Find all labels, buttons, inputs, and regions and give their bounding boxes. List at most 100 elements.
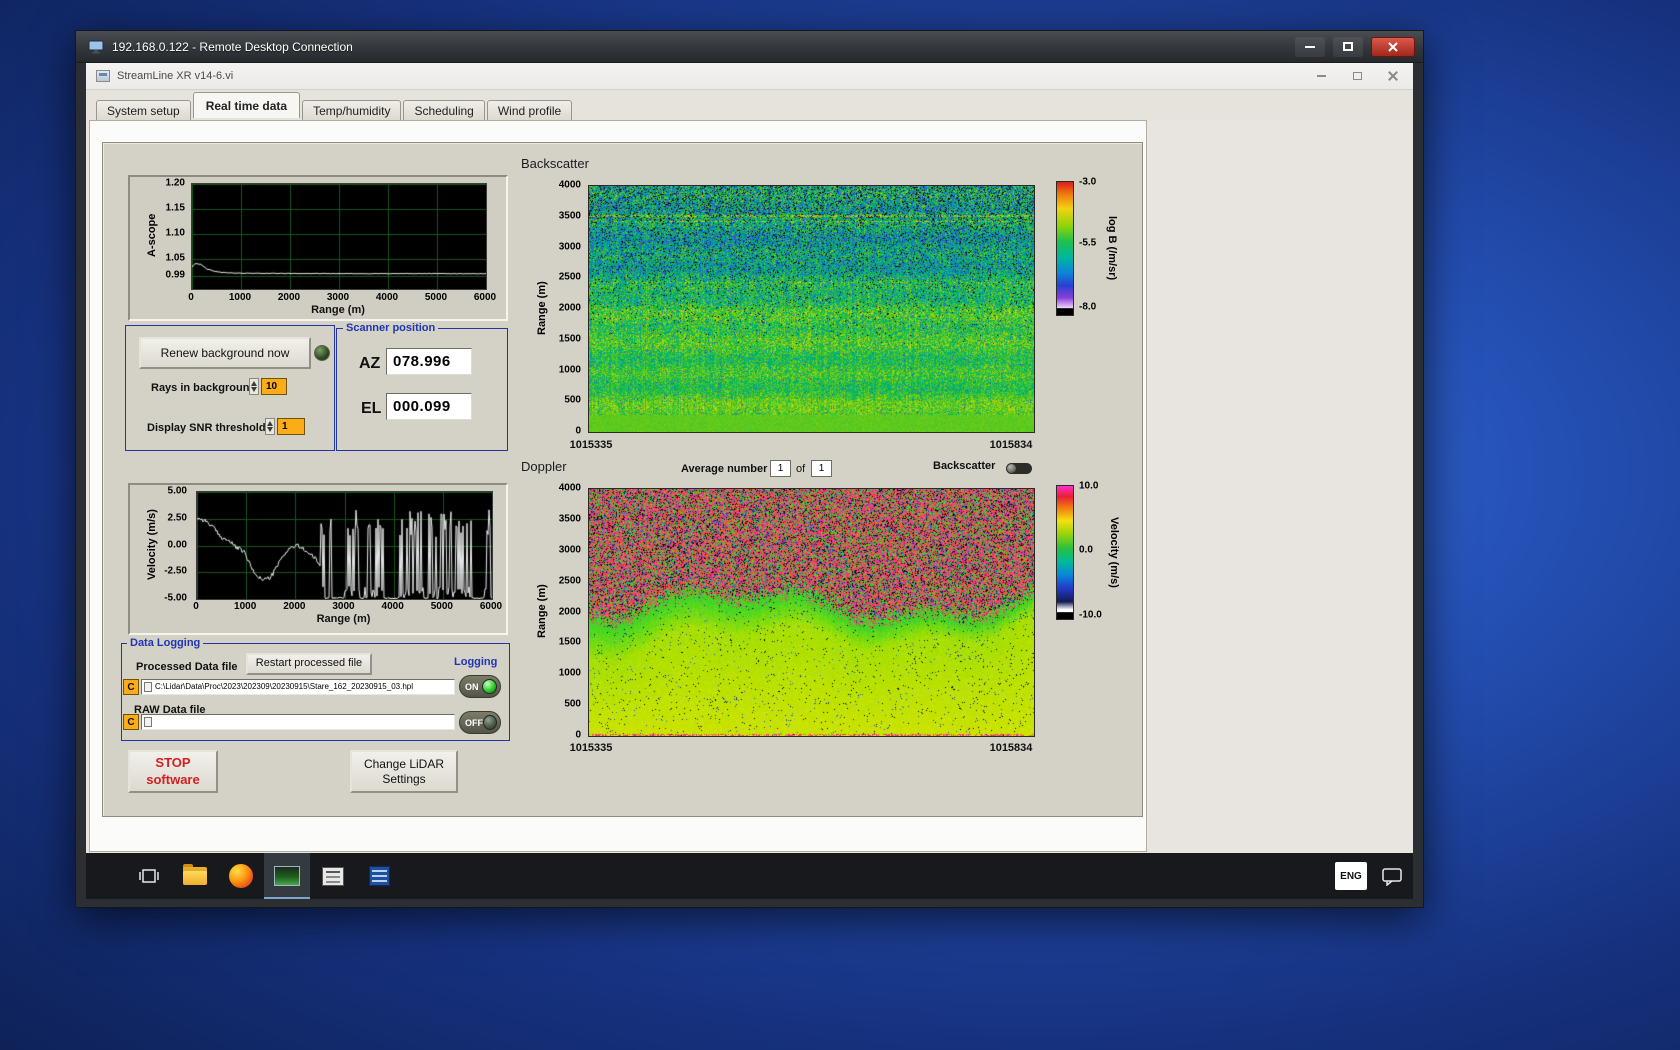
tick-label: 5000 [430, 601, 453, 612]
snr-spinner[interactable] [265, 418, 275, 435]
tick-label: 2000 [558, 302, 581, 314]
colorbar-end-marker [1056, 612, 1074, 620]
doppler-colorbar [1056, 485, 1074, 620]
task-view-icon [139, 869, 159, 883]
tick-label: 3500 [558, 513, 581, 525]
rdp-close-button[interactable] [1371, 36, 1415, 57]
tab-wind-profile[interactable]: Wind profile [486, 100, 573, 122]
tick-label: 1.20 [165, 177, 185, 189]
app-close-button[interactable] [1383, 68, 1403, 84]
restart-processed-file-button[interactable]: Restart processed file [246, 653, 372, 675]
renew-background-button[interactable]: Renew background now [139, 337, 311, 369]
app-maximize-button[interactable] [1347, 68, 1367, 84]
backscatter-y-ticks: 4000 3500 3000 2500 2000 1500 1000 500 0 [549, 180, 583, 437]
scan-scheduler-icon [322, 866, 344, 886]
maximize-icon [1343, 42, 1353, 51]
editor-app-button[interactable] [356, 853, 402, 899]
tab-temp-humidity[interactable]: Temp/humidity [302, 100, 402, 122]
tick-label: 1.10 [165, 227, 185, 239]
doppler-time-start: 1015335 [569, 742, 613, 754]
tab-system-setup[interactable]: System setup [96, 100, 191, 122]
chat-icon[interactable] [1381, 866, 1403, 886]
tick-label: 3000 [332, 601, 355, 612]
el-value: 000.099 [386, 393, 472, 420]
rays-spinner[interactable] [249, 378, 259, 395]
doppler-time-end: 1015834 [989, 742, 1033, 754]
tick-label: 1500 [558, 333, 581, 345]
rays-value-field[interactable]: 10 [261, 378, 287, 395]
rdp-window-title: 192.168.0.122 - Remote Desktop Connectio… [112, 39, 353, 54]
taskbar: ENG [86, 853, 1413, 899]
file-explorer-button[interactable] [172, 853, 218, 899]
tick-label: 4000 [375, 292, 399, 303]
rdp-minimize-button[interactable] [1295, 36, 1325, 57]
tab-real-time-data[interactable]: Real time data [192, 92, 301, 118]
tick-label: 500 [564, 394, 581, 406]
backscatter-section-title: Backscatter [521, 156, 589, 171]
velocity-y-ticks: 5.00 2.50 0.00 -2.50 -5.00 [153, 486, 189, 604]
raw-logging-toggle[interactable]: OFF [459, 711, 501, 734]
app-icon [96, 70, 110, 82]
backscatter-y-axis-label: Range (m) [536, 281, 548, 335]
slider-knob-icon [1007, 464, 1016, 473]
tick-label: 4000 [558, 179, 581, 191]
tick-label: 3500 [558, 210, 581, 222]
velocity-x-ticks: 0 1000 2000 3000 4000 5000 6000 [193, 601, 502, 613]
velocity-x-axis-label: Range (m) [316, 613, 371, 625]
rdp-titlebar[interactable]: 192.168.0.122 - Remote Desktop Connectio… [76, 31, 1423, 63]
tick-label: 5.00 [167, 485, 187, 497]
ascope-plot [191, 183, 487, 290]
tick-label: 1500 [558, 636, 581, 648]
app-minimize-button[interactable] [1311, 68, 1331, 84]
stop-software-button[interactable]: STOP software [128, 750, 218, 793]
scan-scheduler-button[interactable] [310, 853, 356, 899]
tick-label: 0 [193, 601, 199, 612]
close-icon [1388, 41, 1398, 52]
snr-value-field[interactable]: 1 [277, 418, 305, 435]
rdp-maximize-button[interactable] [1333, 36, 1363, 57]
tick-label: 2.50 [167, 512, 187, 524]
average-count-field: 1 [811, 460, 832, 477]
tick-label: 1.05 [165, 252, 185, 264]
average-number-field[interactable]: 1 [770, 460, 791, 477]
colorbar-end-marker [1056, 308, 1074, 316]
tick-label: 6000 [473, 292, 497, 303]
raw-path-field[interactable] [141, 714, 455, 730]
processed-data-file-label: Processed Data file [136, 661, 238, 673]
change-lidar-settings-button[interactable]: Change LiDAR Settings [350, 750, 458, 793]
raw-drive-selector[interactable]: C [123, 714, 139, 730]
rays-in-background-label: Rays in background [151, 382, 257, 394]
tab-strip: System setup Real time data Temp/humidity S… [86, 90, 1413, 122]
backscatter-colorbar [1056, 181, 1074, 316]
tab-scheduling[interactable]: Scheduling [403, 100, 485, 122]
tick-label: 2000 [558, 606, 581, 617]
close-icon [1388, 71, 1398, 81]
tick-label: 3000 [558, 241, 581, 252]
doppler-y-ticks: 4000 3500 3000 2500 2000 1500 1000 500 0 [549, 483, 583, 741]
app-thumbnail-icon [274, 866, 300, 886]
tick-label: 2000 [283, 601, 306, 612]
processed-drive-selector[interactable]: C [123, 679, 139, 695]
streamline-app-button[interactable] [264, 853, 310, 899]
backscatter-colorbar-label: log B (/m/sr) [1106, 216, 1118, 281]
processed-logging-toggle[interactable]: ON [459, 675, 501, 698]
data-logging-title: Data Logging [127, 637, 204, 649]
backscatter-display-toggle[interactable] [1006, 463, 1032, 474]
minimize-icon [1305, 45, 1315, 48]
task-view-button[interactable] [126, 853, 172, 899]
firefox-icon [229, 864, 253, 888]
tick-label: 1000 [558, 667, 581, 679]
language-indicator[interactable]: ENG [1335, 862, 1367, 890]
backscatter-time-end: 1015834 [989, 439, 1033, 451]
toggle-led-icon [482, 679, 497, 694]
app-titlebar[interactable]: StreamLine XR v14-6.vi [86, 63, 1413, 90]
tick-label: 6000 [479, 601, 503, 612]
logging-label: Logging [454, 656, 498, 668]
ascope-x-axis-label: Range (m) [311, 304, 365, 316]
tick-label: 2500 [558, 575, 581, 587]
tick-label: 3000 [326, 292, 350, 303]
tick-label: -10.0 [1079, 609, 1102, 621]
doppler-y-axis-label: Range (m) [536, 584, 548, 639]
firefox-button[interactable] [218, 853, 264, 899]
processed-path-field[interactable]: C:\Lidar\Data\Proc\2023\202309\20230915\… [141, 679, 455, 695]
